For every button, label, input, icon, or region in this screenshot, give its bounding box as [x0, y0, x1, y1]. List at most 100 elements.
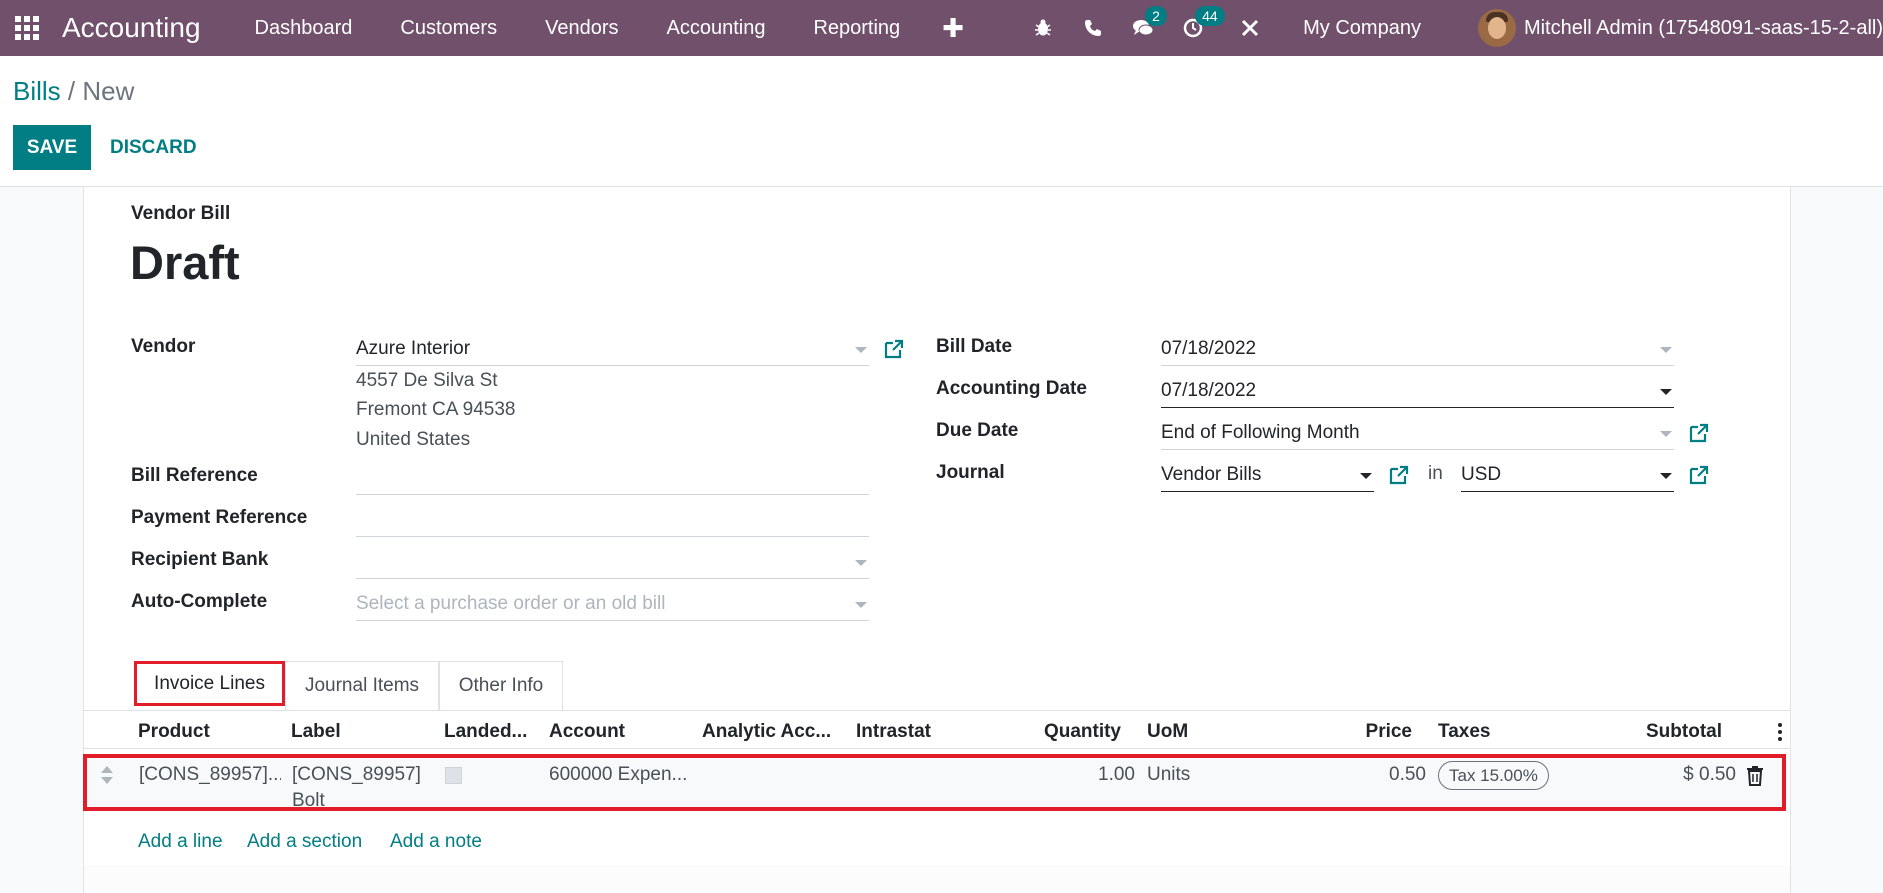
currency-value: USD [1461, 463, 1502, 485]
bill-date-label: Bill Date [936, 336, 1013, 357]
currency-external-link-icon[interactable] [1688, 464, 1710, 486]
column-intrastat[interactable]: Intrastat [856, 721, 931, 743]
save-button[interactable]: SAVE [13, 125, 91, 170]
column-product[interactable]: Product [138, 721, 210, 743]
add-line-link[interactable]: Add a line [138, 831, 223, 853]
due-date-label: Due Date [936, 420, 1019, 441]
tab-invoice-lines[interactable]: Invoice Lines [134, 661, 285, 706]
add-note-link[interactable]: Add a note [390, 831, 482, 853]
bill-reference-label: Bill Reference [131, 465, 258, 486]
vendor-address-city: Fremont CA 94538 [356, 399, 516, 420]
add-section-link[interactable]: Add a section [247, 831, 362, 853]
column-quantity[interactable]: Quantity [1010, 721, 1121, 743]
vendor-address-street: 4557 De Silva St [356, 370, 498, 391]
column-price[interactable]: Price [1300, 721, 1412, 743]
tab-other-info[interactable]: Other Info [439, 661, 563, 710]
bill-date-dropdown-icon[interactable] [1660, 347, 1672, 353]
activities-count-badge: 44 [1195, 6, 1225, 26]
due-date-dropdown-icon[interactable] [1660, 431, 1672, 437]
column-subtotal[interactable]: Subtotal [1590, 721, 1722, 743]
tab-journal-items[interactable]: Journal Items [285, 661, 439, 710]
app-name[interactable]: Accounting [62, 12, 201, 44]
row-quantity[interactable]: 1.00 [1010, 764, 1135, 786]
menu-reporting[interactable]: Reporting [789, 17, 924, 40]
menu-accounting[interactable]: Accounting [642, 17, 789, 40]
systray: 2 44 My Company Mitchell Admin (17548091… [1018, 0, 1883, 56]
vendor-value: Azure Interior [356, 337, 471, 359]
currency-dropdown-icon[interactable] [1660, 473, 1672, 479]
column-taxes[interactable]: Taxes [1438, 721, 1490, 743]
payment-reference-label: Payment Reference [131, 507, 308, 528]
breadcrumb-separator: / [67, 76, 76, 106]
menu-customers[interactable]: Customers [376, 17, 521, 40]
due-date-external-link-icon[interactable] [1688, 422, 1710, 444]
menu-vendors[interactable]: Vendors [521, 17, 642, 40]
phone-icon[interactable] [1081, 16, 1105, 40]
auto-complete-field[interactable]: Select a purchase order or an old bill [356, 587, 869, 621]
row-tax-tag[interactable]: Tax 15.00% [1438, 761, 1549, 790]
recipient-bank-field[interactable] [356, 545, 869, 579]
user-avatar[interactable] [1477, 9, 1516, 47]
accounting-date-field[interactable]: 07/18/2022 [1161, 374, 1674, 408]
bug-icon[interactable] [1031, 16, 1055, 40]
bill-date-value: 07/18/2022 [1161, 337, 1257, 359]
auto-complete-dropdown-icon[interactable] [855, 602, 867, 608]
column-account[interactable]: Account [549, 721, 625, 743]
optional-columns-icon[interactable] [1777, 722, 1783, 744]
apps-menu-icon[interactable] [12, 13, 42, 43]
breadcrumb-current: New [82, 76, 135, 106]
company-switcher[interactable]: My Company [1303, 17, 1421, 40]
column-uom[interactable]: UoM [1147, 721, 1188, 743]
due-date-value: End of Following Month [1161, 421, 1360, 443]
currency-field[interactable]: USD [1461, 458, 1674, 492]
trash-icon[interactable] [1746, 764, 1764, 786]
menu-dashboard[interactable]: Dashboard [231, 17, 377, 40]
journal-label: Journal [936, 462, 1005, 483]
tabs-divider [83, 710, 1791, 711]
drag-handle-icon[interactable] [100, 765, 114, 785]
vendor-field[interactable]: Azure Interior [356, 332, 869, 366]
column-landed[interactable]: Landed... [444, 721, 527, 743]
due-date-field[interactable]: End of Following Month [1161, 416, 1674, 450]
row-account[interactable]: 600000 Expen... [549, 764, 691, 786]
breadcrumb-bills[interactable]: Bills [13, 76, 61, 106]
messages-icon[interactable]: 2 [1131, 6, 1167, 40]
auto-complete-label: Auto-Complete [131, 591, 268, 612]
row-label-line2: Bolt [292, 790, 325, 811]
journal-external-link-icon[interactable] [1388, 464, 1410, 486]
accounting-date-label: Accounting Date [936, 378, 1087, 399]
vendor-dropdown-icon[interactable] [855, 347, 867, 353]
document-status: Draft [130, 236, 240, 289]
auto-complete-placeholder: Select a purchase order or an old bill [356, 592, 666, 614]
journal-field[interactable]: Vendor Bills [1161, 458, 1374, 492]
activities-icon[interactable]: 44 [1181, 6, 1225, 40]
row-price[interactable]: 0.50 [1300, 764, 1426, 786]
top-navbar: Accounting Dashboard Customers Vendors A… [0, 0, 1883, 56]
row-subtotal: $ 0.50 [1683, 764, 1736, 785]
row-product[interactable]: [CONS_89957]... [139, 764, 281, 786]
column-label[interactable]: Label [291, 721, 341, 743]
messages-count-badge: 2 [1145, 6, 1167, 26]
discard-button[interactable]: DISCARD [110, 125, 197, 170]
in-label: in [1428, 463, 1443, 484]
document-type: Vendor Bill [131, 203, 231, 224]
row-uom[interactable]: Units [1147, 764, 1190, 786]
accounting-date-value: 07/18/2022 [1161, 379, 1257, 401]
journal-dropdown-icon[interactable] [1360, 473, 1372, 479]
journal-value: Vendor Bills [1161, 463, 1262, 485]
row-label[interactable]: [CONS_89957] [292, 764, 421, 786]
sheet-bottom [84, 865, 1790, 893]
plus-icon[interactable]: ✚ [924, 13, 982, 44]
column-analytic-account[interactable]: Analytic Acc... [702, 721, 831, 743]
bill-date-field[interactable]: 07/18/2022 [1161, 332, 1674, 366]
tools-icon[interactable] [1238, 16, 1262, 40]
vendor-label: Vendor [131, 336, 196, 357]
payment-reference-input[interactable] [356, 503, 869, 537]
table-header-divider [83, 748, 1791, 749]
vendor-external-link-icon[interactable] [883, 338, 905, 360]
user-menu[interactable]: Mitchell Admin (17548091-saas-15-2-all) [1524, 17, 1883, 40]
accounting-date-dropdown-icon[interactable] [1660, 389, 1672, 395]
row-landed-checkbox[interactable] [445, 767, 462, 784]
recipient-bank-dropdown-icon[interactable] [855, 560, 867, 566]
bill-reference-input[interactable] [356, 461, 869, 495]
